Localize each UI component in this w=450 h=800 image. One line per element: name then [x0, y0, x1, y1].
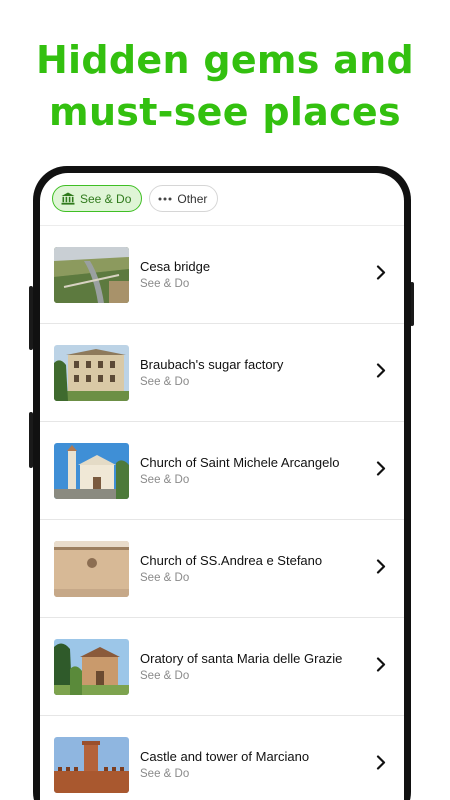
place-title: Church of SS.Andrea e Stefano [140, 552, 323, 568]
list-item[interactable]: Oratory of santa Maria delle Grazie See … [40, 618, 404, 716]
place-category: See & Do [140, 767, 190, 780]
place-thumbnail [54, 638, 129, 695]
headline-line-2: must-see places [49, 90, 401, 134]
app-screen: See & Do Other Cesa bridge See & Do Brau… [40, 173, 404, 800]
list-item[interactable]: Church of Saint Michele Arcangelo See & … [40, 422, 404, 520]
place-title: Cesa bridge [140, 258, 211, 274]
places-list: Cesa bridge See & Do Braubach's sugar fa… [40, 226, 404, 800]
place-category: See & Do [140, 669, 190, 682]
place-title: Castle and tower of Marciano [140, 748, 310, 764]
list-item[interactable]: Castle and tower of Marciano See & Do [40, 716, 404, 800]
filter-chip-label: Other [177, 191, 208, 206]
place-title: Oratory of santa Maria delle Grazie [140, 650, 343, 666]
chevron-right-icon [376, 362, 386, 383]
headline: Hidden gems and must-see places [0, 34, 450, 138]
phone-frame: See & Do Other Cesa bridge See & Do Brau… [33, 166, 411, 800]
place-title: Braubach's sugar factory [140, 356, 284, 372]
place-category: See & Do [140, 277, 190, 290]
list-item[interactable]: Church of SS.Andrea e Stefano See & Do [40, 520, 404, 618]
place-category: See & Do [140, 375, 190, 388]
headline-line-1: Hidden gems and [35, 38, 415, 82]
museum-icon [61, 192, 75, 205]
filter-chip-see-do[interactable]: See & Do [52, 185, 143, 212]
place-thumbnail [54, 344, 129, 401]
place-thumbnail [54, 540, 129, 597]
place-title: Church of Saint Michele Arcangelo [140, 454, 340, 470]
chevron-right-icon [376, 754, 386, 775]
filter-chip-label: See & Do [80, 191, 132, 206]
chevron-right-icon [376, 558, 386, 579]
list-item[interactable]: Cesa bridge See & Do [40, 226, 404, 324]
chevron-right-icon [376, 264, 386, 285]
list-item[interactable]: Braubach's sugar factory See & Do [40, 324, 404, 422]
place-thumbnail [54, 442, 129, 499]
filter-chip-other[interactable]: Other [149, 185, 219, 212]
more-dots-icon [158, 197, 172, 201]
place-thumbnail [54, 246, 129, 303]
place-category: See & Do [140, 473, 190, 486]
chevron-right-icon [376, 656, 386, 677]
place-category: See & Do [140, 571, 190, 584]
place-thumbnail [54, 736, 129, 793]
chevron-right-icon [376, 460, 386, 481]
category-filters: See & Do Other [52, 185, 219, 212]
